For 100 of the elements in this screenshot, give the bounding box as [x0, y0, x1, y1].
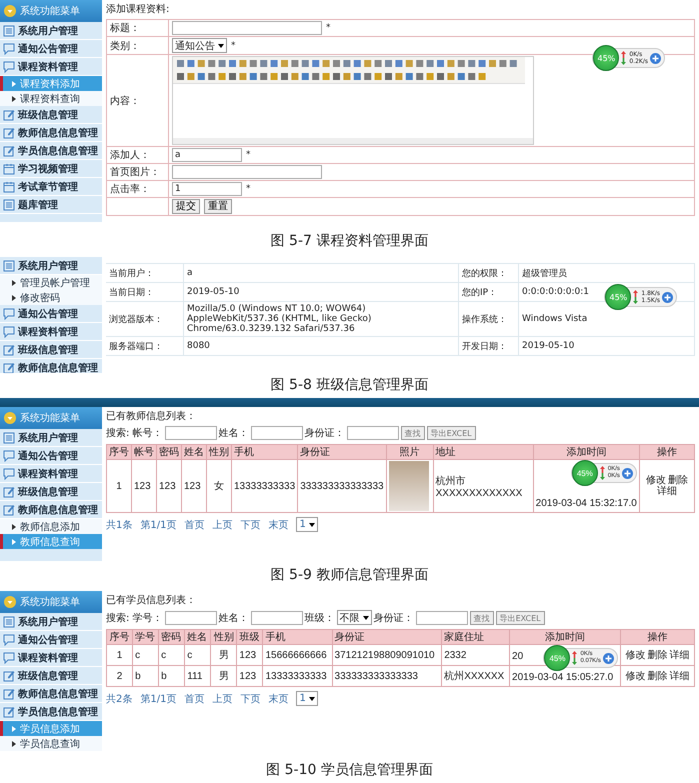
info-label: 当前日期：	[106, 283, 184, 302]
menu-item[interactable]: 班级信息管理	[0, 483, 102, 501]
arrow-down-icon	[600, 473, 605, 480]
pencil-icon	[3, 706, 15, 718]
pager-link[interactable]: 首页	[184, 518, 204, 532]
menu-item[interactable]: 班级信息管理	[0, 106, 102, 124]
dropdown[interactable]: 1	[296, 517, 318, 532]
menu-item[interactable]: 通知公告管理	[0, 447, 102, 465]
plus-icon	[650, 52, 661, 64]
form-title: 添加课程资料:	[106, 3, 170, 16]
pager-link[interactable]: 末页	[268, 518, 288, 532]
menu-item[interactable]: 系统用户管理	[0, 22, 102, 40]
input-field[interactable]	[164, 426, 217, 440]
rich-text-editor[interactable]	[172, 56, 534, 145]
pencil-icon	[3, 144, 15, 156]
input-field[interactable]	[346, 426, 399, 440]
pencil-icon	[3, 362, 15, 373]
pager-link[interactable]: 上页	[212, 692, 232, 706]
menu-item[interactable]: 题库管理	[0, 196, 102, 214]
table-cell: 123	[182, 460, 206, 512]
caret-icon	[362, 616, 369, 620]
menu-item[interactable]: 系统用户管理	[0, 429, 102, 447]
search-button[interactable]: 查找	[400, 426, 425, 440]
menu-item[interactable]: 学习视频管理	[0, 160, 102, 178]
action-link[interactable]: 详细	[656, 486, 677, 497]
menu-item[interactable]: 通知公告管理	[0, 40, 102, 58]
menu-item[interactable]: 系统用户管理	[0, 613, 102, 631]
info-label: 开发日期：	[459, 337, 519, 356]
column-header: 操作	[639, 444, 694, 460]
action-link[interactable]: 删除	[668, 475, 688, 486]
action-link[interactable]: 删除	[647, 670, 668, 682]
pager-text: 第1/1页	[140, 692, 176, 706]
menu-item[interactable]: 课程资料管理	[0, 323, 102, 341]
speech-bubble-icon	[3, 652, 15, 664]
table-cell: 123	[236, 644, 263, 666]
menu-item[interactable]: 班级信息管理	[0, 667, 102, 685]
dropdown[interactable]: 通知公告	[172, 38, 227, 53]
submenu-item[interactable]: 课程资料查询	[0, 91, 102, 106]
table-cell: 371212198809091010	[332, 644, 442, 666]
input-field[interactable]	[172, 165, 322, 179]
menu-item[interactable]: 课程资料管理	[0, 649, 102, 667]
figure-caption: 图 5-10 学员信息管理界面	[265, 761, 434, 780]
input-field[interactable]: a	[172, 148, 242, 162]
action-link[interactable]: 详细	[669, 670, 690, 682]
menu-item[interactable]: 通知公告管理	[0, 305, 102, 323]
submenu-item[interactable]: 学员信息查询	[0, 736, 102, 751]
calendar-icon	[3, 180, 15, 192]
input-field[interactable]	[172, 21, 322, 35]
form-button[interactable]: 重置	[204, 199, 232, 214]
form-button[interactable]: 提交	[172, 199, 200, 214]
table-cell: 13333333333	[262, 666, 332, 686]
search-button[interactable]: 导出EXCEL	[496, 610, 545, 624]
menu-item[interactable]: 考试章节管理	[0, 178, 102, 196]
menu-item[interactable]: 课程资料管理	[0, 465, 102, 483]
input-field[interactable]	[164, 610, 217, 624]
column-header: 手机	[262, 630, 332, 644]
submenu-item[interactable]: 修改密码	[0, 290, 102, 305]
menu-item[interactable]: 教师信息信息管理	[0, 685, 102, 703]
action-link[interactable]: 修改	[625, 650, 646, 660]
dropdown[interactable]: 不限	[336, 610, 372, 625]
pager-text: 共2条	[106, 692, 132, 706]
dropdown[interactable]: 1	[296, 691, 318, 706]
action-link[interactable]: 修改	[625, 670, 646, 682]
input-field[interactable]: 1	[172, 182, 242, 196]
action-link[interactable]: 修改	[646, 475, 666, 486]
search-button[interactable]: 导出EXCEL	[426, 426, 476, 440]
action-link[interactable]: 删除	[647, 650, 668, 660]
column-header: 性别	[206, 444, 232, 460]
pager-link[interactable]: 下页	[240, 518, 260, 532]
table-cell: 2019-03-04 15:05:27.0	[510, 666, 620, 686]
menu-item[interactable]: 通知公告管理	[0, 631, 102, 649]
submenu-item[interactable]: 管理员帐户管理	[0, 275, 102, 290]
table-cell: b	[158, 666, 185, 686]
column-header: 学号	[132, 630, 159, 644]
menu-item[interactable]: 班级信息管理	[0, 341, 102, 359]
info-label: 操作系统：	[459, 302, 519, 337]
speech-bubble-icon	[3, 60, 15, 72]
pager-link[interactable]: 首页	[184, 692, 204, 706]
pager-link[interactable]: 下页	[240, 692, 260, 706]
pager-link[interactable]: 上页	[212, 518, 232, 532]
input-field[interactable]	[250, 610, 303, 624]
search-label: 姓名：	[218, 427, 249, 440]
speech-bubble-icon	[3, 468, 15, 480]
column-header: 添加时间	[533, 444, 640, 460]
menu-item[interactable]: 学员信息信息管理	[0, 142, 102, 160]
menu-item[interactable]: 教师信息信息管理	[0, 359, 102, 373]
input-field[interactable]	[250, 426, 303, 440]
list-icon	[3, 198, 15, 210]
table-cell: 2332	[442, 644, 510, 666]
info-value: 8080	[184, 337, 459, 356]
table-cell: 1	[106, 460, 132, 512]
search-label: 班级：	[304, 612, 335, 624]
input-field[interactable]	[416, 610, 468, 624]
caret-icon	[308, 696, 315, 700]
pager-link[interactable]: 末页	[268, 692, 288, 706]
submenu-item[interactable]: 教师信息添加	[0, 519, 102, 534]
menu-item[interactable]: 教师信息信息管理	[0, 124, 102, 142]
action-link[interactable]: 详细	[669, 650, 690, 660]
arrow-up-icon	[600, 466, 605, 473]
search-button[interactable]: 查找	[470, 610, 494, 624]
